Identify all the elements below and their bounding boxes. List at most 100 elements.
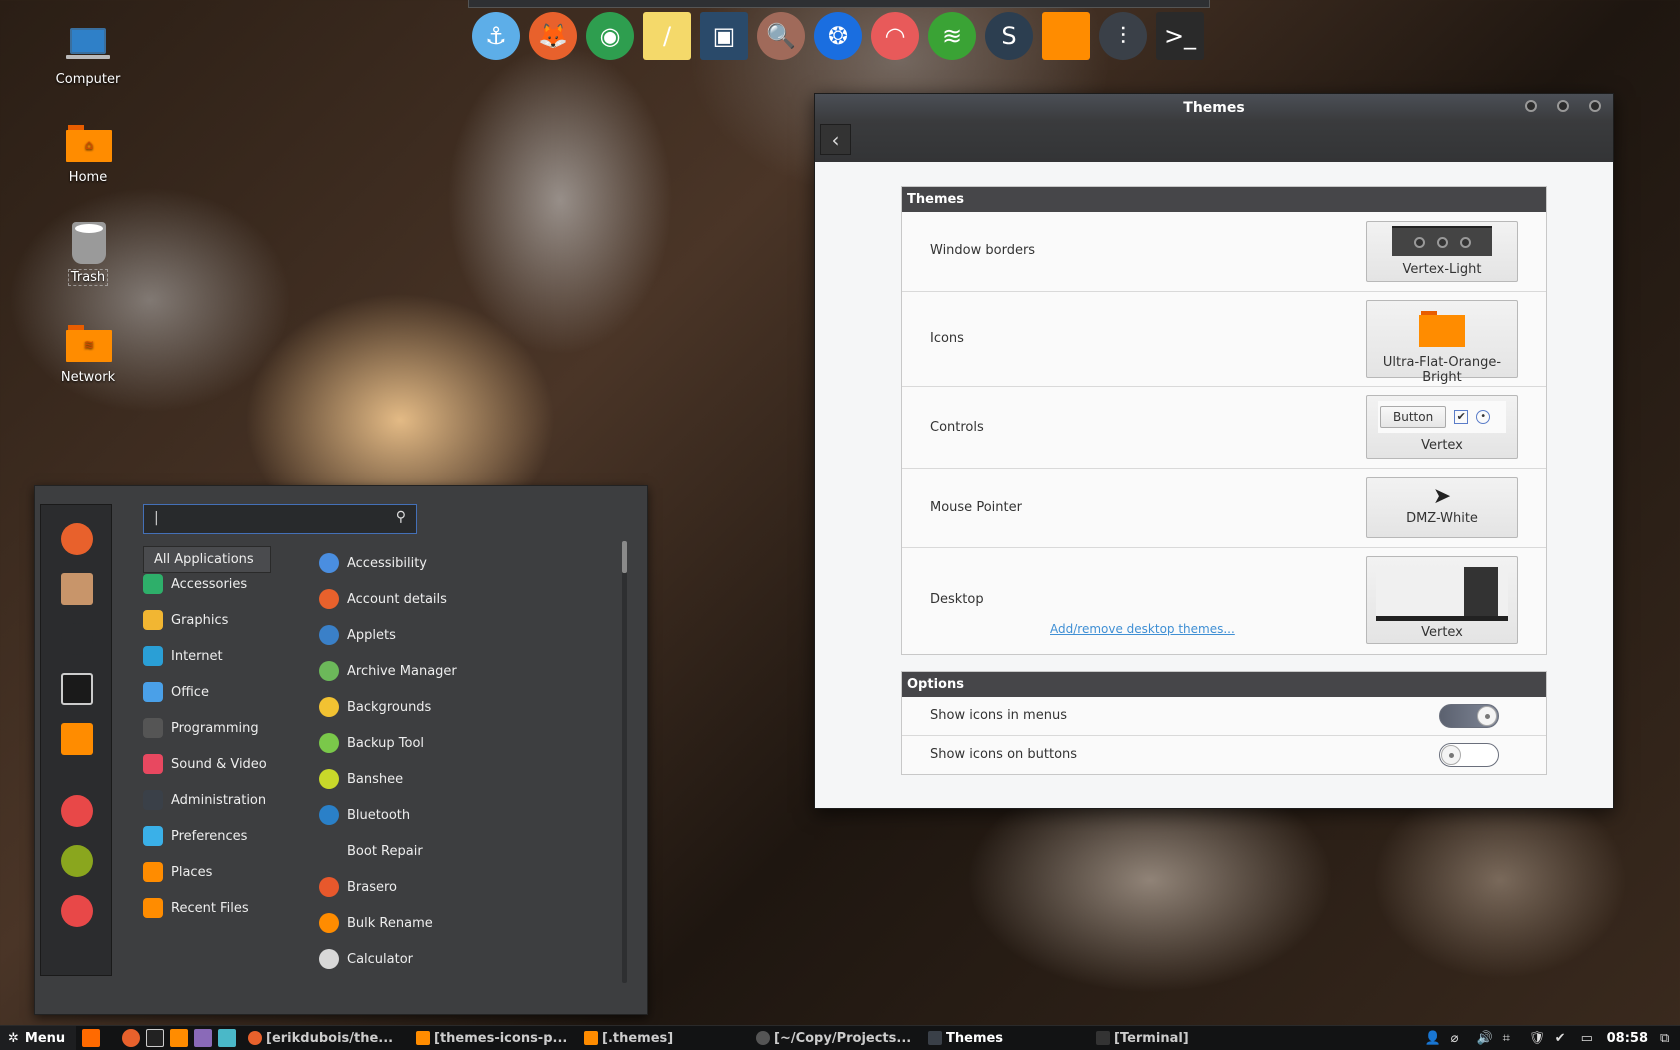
window-borders-chooser[interactable]: Vertex-Light xyxy=(1366,221,1518,282)
scrollbar-thumb[interactable] xyxy=(622,541,627,573)
desktop-icon-trash[interactable]: Trash xyxy=(48,222,128,286)
dock-item-chrome[interactable]: ◉ xyxy=(586,12,634,60)
dock-item-anchor[interactable]: ⚓ xyxy=(472,12,520,60)
category-all-applications[interactable]: All Applications xyxy=(143,546,271,573)
desktop-chooser[interactable]: Vertex xyxy=(1366,556,1518,644)
category-label: Recent Files xyxy=(171,900,249,916)
menu-button[interactable]: ✲ Menu xyxy=(0,1025,76,1050)
shield-icon[interactable]: 🛡 xyxy=(1529,1031,1546,1046)
panel-launcher-video-icon[interactable] xyxy=(194,1029,212,1047)
favorite-terminal[interactable] xyxy=(61,673,93,705)
dock-item-firefox[interactable]: 🦊 xyxy=(529,12,577,60)
category-icon xyxy=(143,682,163,702)
rainbow-icon: ◠ xyxy=(884,22,906,50)
app-bulk-rename[interactable]: Bulk Rename xyxy=(319,909,433,937)
app-calculator[interactable]: Calculator xyxy=(319,945,413,973)
app-label: Bluetooth xyxy=(347,807,411,823)
panel-launcher-firefox-icon[interactable] xyxy=(122,1029,140,1047)
dock-item-terminal[interactable]: >_ xyxy=(1156,12,1204,60)
favorite-logout[interactable] xyxy=(61,845,93,877)
app-applets[interactable]: Applets xyxy=(319,621,396,649)
taskbar-item[interactable]: [erikdubois/the... xyxy=(242,1026,410,1050)
dock-item-aperture[interactable]: ❂ xyxy=(814,12,862,60)
dock-item-settings[interactable]: ⫶ xyxy=(1099,12,1147,60)
category-administration[interactable]: Administration xyxy=(143,786,266,814)
mouse-pointer-chooser[interactable]: ➤ DMZ-White xyxy=(1366,477,1518,538)
controls-value: Vertex xyxy=(1421,438,1463,453)
category-programming[interactable]: Programming xyxy=(143,714,259,742)
dock-item-spotify[interactable]: ≋ xyxy=(928,12,976,60)
back-button[interactable]: ‹ xyxy=(820,124,851,155)
volume-icon[interactable]: 🔊 xyxy=(1477,1031,1493,1046)
search-icon: ⚲ xyxy=(395,509,406,525)
favorite-files[interactable] xyxy=(61,723,93,755)
category-recent-files[interactable]: Recent Files xyxy=(143,894,249,922)
screenshot-icon[interactable]: ⌗ xyxy=(1503,1031,1517,1046)
minimize-button[interactable] xyxy=(1525,100,1537,112)
desktop-icon-computer[interactable]: Computer xyxy=(48,24,128,87)
add-remove-desktop-themes-link[interactable]: Add/remove desktop themes... xyxy=(1050,622,1235,636)
app-boot-repair[interactable]: Boot Repair xyxy=(319,837,423,865)
favorite-firefox[interactable] xyxy=(61,523,93,555)
desktop-icon-home[interactable]: ⌂ Home xyxy=(48,122,128,185)
category-graphics[interactable]: Graphics xyxy=(143,606,228,634)
favorite-shutdown[interactable] xyxy=(61,895,93,927)
taskbar-item[interactable]: [.themes] xyxy=(578,1026,750,1050)
app-bluetooth[interactable]: Bluetooth xyxy=(319,801,410,829)
favorite-settings[interactable] xyxy=(61,623,93,655)
category-icon xyxy=(143,718,163,738)
show-desktop-icon[interactable]: ⧉ xyxy=(1660,1031,1674,1046)
taskbar-item[interactable]: [themes-icons-p... xyxy=(410,1026,578,1050)
controls-chooser[interactable]: Button ✔ • Vertex xyxy=(1366,395,1518,459)
panel-launcher-terminal-icon[interactable] xyxy=(146,1029,164,1047)
dock-item-image-viewer[interactable]: 🔍 xyxy=(757,12,805,60)
favorite-lock-screen[interactable] xyxy=(61,795,93,827)
app-brasero[interactable]: Brasero xyxy=(319,873,397,901)
app-archive-manager[interactable]: Archive Manager xyxy=(319,657,457,685)
taskbar-item-label: [erikdubois/the... xyxy=(266,1030,394,1046)
cursor-icon: ➤ xyxy=(1432,484,1452,509)
dock-item-notes[interactable]: / xyxy=(643,12,691,60)
taskbar-item[interactable]: Themes xyxy=(922,1026,1090,1050)
dock-item-files[interactable] xyxy=(1042,12,1090,60)
search-input[interactable]: | ⚲ xyxy=(143,504,417,534)
display-icon[interactable]: ▭ xyxy=(1581,1031,1595,1046)
favorite-installer[interactable] xyxy=(61,573,93,605)
category-office[interactable]: Office xyxy=(143,678,209,706)
app-backgrounds[interactable]: Backgrounds xyxy=(319,693,431,721)
panel-launcher-files-icon[interactable] xyxy=(82,1029,100,1047)
category-places[interactable]: Places xyxy=(143,858,212,886)
icons-chooser[interactable]: Ultra-Flat-Orange-Bright xyxy=(1366,300,1518,385)
dock-item-video[interactable]: ▣ xyxy=(700,12,748,60)
icons-value: Ultra-Flat-Orange-Bright xyxy=(1382,355,1502,385)
taskbar-item[interactable]: [~/Copy/Projects... xyxy=(750,1026,922,1050)
category-sound-video[interactable]: Sound & Video xyxy=(143,750,267,778)
panel-launcher-folder-icon[interactable] xyxy=(170,1029,188,1047)
clock[interactable]: 08:58 xyxy=(1607,1031,1648,1046)
desktop-icon-network[interactable]: ≋ Network xyxy=(48,322,128,385)
category-accessories[interactable]: Accessories xyxy=(143,570,247,598)
row-show-icons-in-menus: Show icons in menus xyxy=(902,697,1546,736)
apps-scrollbar[interactable] xyxy=(622,541,627,983)
update-icon[interactable]: ✔ xyxy=(1555,1031,1569,1046)
app-accessibility[interactable]: Accessibility xyxy=(319,549,427,577)
network-icon[interactable]: ⌀ xyxy=(1451,1031,1465,1046)
category-internet[interactable]: Internet xyxy=(143,642,223,670)
panel-launcher-photos-icon[interactable] xyxy=(218,1029,236,1047)
show-icons-on-buttons-toggle[interactable] xyxy=(1439,743,1499,767)
show-icons-in-menus-toggle[interactable] xyxy=(1439,704,1499,728)
taskbar-item[interactable]: [Terminal] xyxy=(1090,1026,1240,1050)
dock-item-sublime[interactable]: S xyxy=(985,12,1033,60)
app-account-details[interactable]: Account details xyxy=(319,585,447,613)
window-titlebar[interactable]: Themes ‹ xyxy=(815,94,1613,162)
app-backup-tool[interactable]: Backup Tool xyxy=(319,729,424,757)
search-value: | xyxy=(154,510,159,526)
row-label: Controls xyxy=(930,420,984,435)
sublime-icon: S xyxy=(1001,22,1017,50)
category-preferences[interactable]: Preferences xyxy=(143,822,247,850)
maximize-button[interactable] xyxy=(1557,100,1569,112)
app-banshee[interactable]: Banshee xyxy=(319,765,403,793)
user-icon[interactable]: 👤 xyxy=(1425,1031,1441,1046)
dock-item-rainbow[interactable]: ◠ xyxy=(871,12,919,60)
close-button[interactable] xyxy=(1589,100,1601,112)
